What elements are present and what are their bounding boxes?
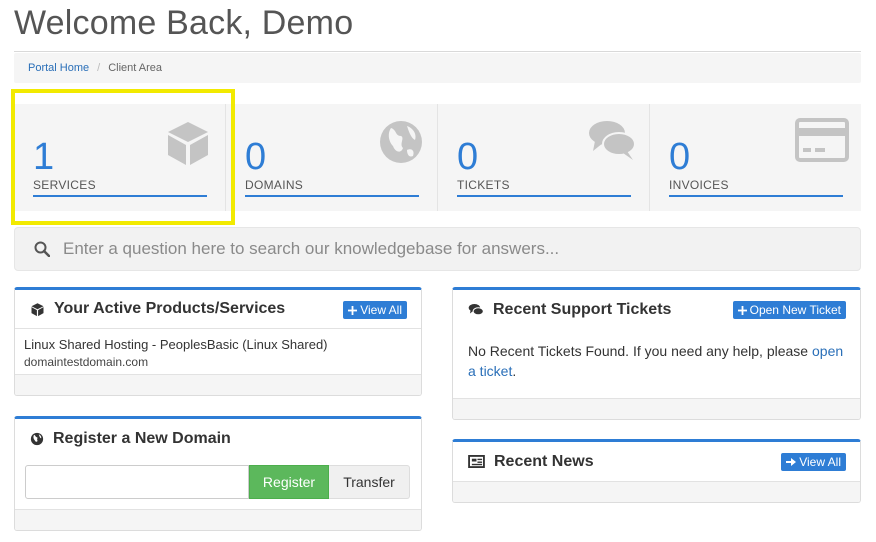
product-domain: domaintestdomain.com <box>24 355 149 369</box>
search-icon <box>34 241 50 257</box>
tickets-message-end: . <box>512 363 517 379</box>
services-underline <box>33 195 207 197</box>
domain-search-row: Register Transfer <box>25 465 410 499</box>
tickets-panel: Recent Support Tickets Open New Ticket N… <box>452 287 861 420</box>
tickets-label: TICKETS <box>457 178 510 192</box>
title-divider <box>14 51 861 52</box>
news-panel: Recent News View All <box>452 439 861 503</box>
transfer-button[interactable]: Transfer <box>329 465 410 499</box>
product-name: Linux Shared Hosting - PeoplesBasic (Lin… <box>24 337 328 352</box>
plus-icon <box>348 305 358 315</box>
stat-domains[interactable]: 0 DOMAINS <box>226 104 438 211</box>
kb-search-input[interactable] <box>63 239 823 259</box>
globe-icon <box>380 121 422 163</box>
products-view-all-label: View All <box>360 303 402 317</box>
domains-underline <box>245 195 419 197</box>
domain-panel: Register a New Domain Register Transfer <box>14 416 422 531</box>
services-label: SERVICES <box>33 178 96 192</box>
domains-label: DOMAINS <box>245 178 304 192</box>
tickets-panel-title: Recent Support Tickets <box>493 300 672 318</box>
breadcrumb-current: Client Area <box>108 62 163 74</box>
domain-panel-header: Register a New Domain <box>15 419 421 458</box>
invoices-label: INVOICES <box>669 178 729 192</box>
comments-icon <box>589 121 636 160</box>
comments-icon <box>468 303 484 317</box>
products-panel: Your Active Products/Services View All L… <box>14 287 422 396</box>
tickets-empty-message: No Recent Tickets Found. If you need any… <box>453 329 860 391</box>
news-view-all-button[interactable]: View All <box>781 453 846 471</box>
news-panel-title: Recent News <box>494 452 594 470</box>
newspaper-icon <box>468 455 485 468</box>
kb-search-bar <box>14 227 861 271</box>
open-new-ticket-label: Open New Ticket <box>749 303 841 317</box>
tickets-panel-footer <box>453 398 860 419</box>
cube-icon <box>168 122 208 165</box>
stat-invoices[interactable]: 0 INVOICES <box>650 104 861 211</box>
domain-panel-footer <box>15 509 421 530</box>
products-panel-title: Your Active Products/Services <box>54 300 286 317</box>
invoices-underline <box>669 195 843 197</box>
register-button[interactable]: Register <box>249 465 329 499</box>
stat-services[interactable]: 1 SERVICES <box>14 104 226 211</box>
stats-bar: 1 SERVICES 0 DOMAINS 0 TICKETS 0 INVOICE… <box>14 104 861 211</box>
products-panel-header: Your Active Products/Services View All <box>15 290 421 329</box>
breadcrumb-home-link[interactable]: Portal Home <box>28 62 89 74</box>
domain-input[interactable] <box>25 465 249 499</box>
tickets-panel-header: Recent Support Tickets Open New Ticket <box>453 290 860 329</box>
breadcrumb: Portal Home / Client Area <box>14 53 861 83</box>
tickets-underline <box>457 195 631 197</box>
stat-tickets[interactable]: 0 TICKETS <box>438 104 650 211</box>
cube-icon <box>30 302 45 317</box>
open-new-ticket-button[interactable]: Open New Ticket <box>732 301 846 319</box>
globe-icon <box>30 432 44 446</box>
invoices-count: 0 <box>669 136 691 178</box>
page-title: Welcome Back, Demo <box>14 4 354 42</box>
product-list-item[interactable]: Linux Shared Hosting - PeoplesBasic (Lin… <box>15 329 421 376</box>
domain-panel-title: Register a New Domain <box>53 429 231 447</box>
news-view-all-label: View All <box>799 455 841 469</box>
arrow-right-icon <box>786 457 797 467</box>
credit-card-icon <box>795 118 849 162</box>
news-panel-header: Recent News View All <box>453 442 860 481</box>
breadcrumb-separator: / <box>97 62 101 74</box>
domains-count: 0 <box>245 136 267 178</box>
products-panel-footer <box>15 374 421 395</box>
plus-icon <box>737 305 747 315</box>
services-count: 1 <box>33 136 55 178</box>
news-panel-footer <box>453 481 860 502</box>
products-view-all-button[interactable]: View All <box>343 301 407 319</box>
tickets-count: 0 <box>457 136 479 178</box>
tickets-message-text: No Recent Tickets Found. If you need any… <box>468 343 809 359</box>
